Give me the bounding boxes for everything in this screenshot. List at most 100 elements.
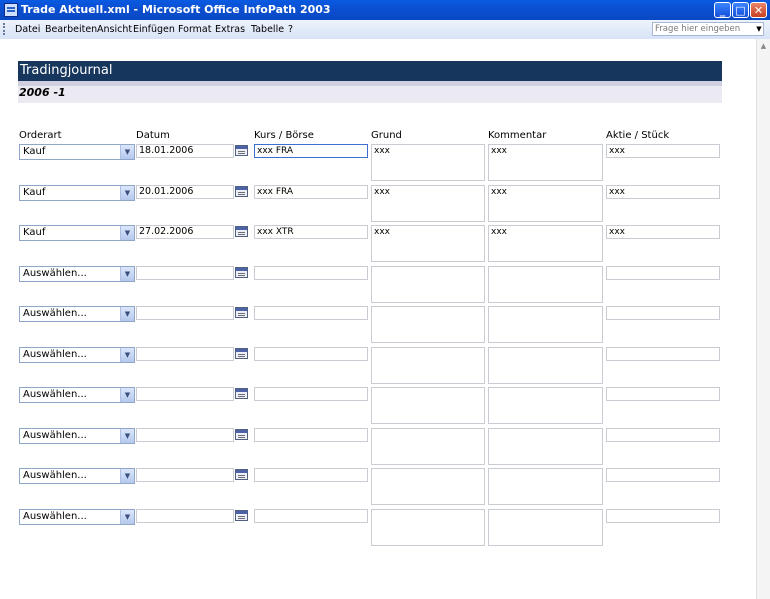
menu-bearbeiten[interactable]: Bearbeiten [45, 24, 97, 35]
grund-field[interactable] [371, 509, 485, 546]
aktie-field[interactable] [606, 387, 720, 401]
chevron-down-icon[interactable]: ▼ [120, 145, 134, 159]
orderart-value: Auswählen... [23, 430, 87, 441]
grund-field[interactable] [371, 468, 485, 505]
aktie-field[interactable]: xxx [606, 185, 720, 199]
datum-field[interactable]: 20.01.2006 [136, 185, 234, 199]
grund-field[interactable]: xxx [371, 225, 485, 262]
kommentar-field[interactable] [488, 428, 603, 465]
calendar-icon[interactable] [235, 145, 248, 156]
scroll-up-icon[interactable]: ▲ [758, 41, 769, 51]
datum-field[interactable] [136, 509, 234, 523]
kommentar-field[interactable] [488, 468, 603, 505]
toolbar-grip[interactable] [3, 23, 7, 35]
grund-field[interactable] [371, 347, 485, 384]
orderart-select[interactable]: Auswählen... ▼ [19, 468, 135, 484]
orderart-select[interactable]: Auswählen... ▼ [19, 428, 135, 444]
chevron-down-icon[interactable]: ▼ [120, 348, 134, 362]
grund-field[interactable] [371, 387, 485, 424]
datum-field[interactable] [136, 468, 234, 482]
chevron-down-icon[interactable]: ▼ [120, 469, 134, 483]
aktie-field[interactable]: xxx [606, 225, 720, 239]
kurs-field[interactable] [254, 509, 368, 523]
orderart-select[interactable]: Auswählen... ▼ [19, 347, 135, 363]
kurs-field[interactable] [254, 306, 368, 320]
kommentar-field[interactable] [488, 306, 603, 343]
minimize-button[interactable]: _ [714, 2, 731, 18]
datum-field[interactable] [136, 266, 234, 280]
datum-field[interactable] [136, 387, 234, 401]
grund-field[interactable]: xxx [371, 144, 485, 181]
aktie-field[interactable] [606, 509, 720, 523]
datum-field[interactable] [136, 428, 234, 442]
grund-field[interactable] [371, 428, 485, 465]
kommentar-field[interactable]: xxx [488, 144, 603, 181]
orderart-select[interactable]: Auswählen... ▼ [19, 387, 135, 403]
orderart-select[interactable]: Kauf ▼ [19, 144, 135, 160]
aktie-field[interactable] [606, 468, 720, 482]
close-button[interactable]: ✕ [750, 2, 767, 18]
kurs-field[interactable] [254, 266, 368, 280]
kommentar-field[interactable] [488, 266, 603, 303]
chevron-down-icon[interactable]: ▼ [120, 429, 134, 443]
datum-field[interactable]: 18.01.2006 [136, 144, 234, 158]
orderart-select[interactable]: Auswählen... ▼ [19, 306, 135, 322]
aktie-field[interactable] [606, 266, 720, 280]
kurs-field[interactable]: xxx FRA [254, 185, 368, 199]
orderart-select[interactable]: Kauf ▼ [19, 225, 135, 241]
kommentar-field[interactable] [488, 387, 603, 424]
kommentar-field[interactable]: xxx [488, 185, 603, 222]
menu-help[interactable]: ? [288, 24, 293, 35]
chevron-down-icon[interactable]: ▼ [120, 510, 134, 524]
menu-tabelle[interactable]: Tabelle [251, 24, 284, 35]
calendar-icon[interactable] [235, 186, 248, 197]
kommentar-field[interactable] [488, 509, 603, 546]
calendar-icon[interactable] [235, 226, 248, 237]
menu-ansicht[interactable]: Ansicht [97, 24, 132, 35]
orderart-select[interactable]: Auswählen... ▼ [19, 509, 135, 525]
orderart-select[interactable]: Kauf ▼ [19, 185, 135, 201]
calendar-icon[interactable] [235, 307, 248, 318]
menu-extras[interactable]: Extras [215, 24, 245, 35]
grund-field[interactable] [371, 266, 485, 303]
calendar-icon[interactable] [235, 267, 248, 278]
kurs-field[interactable]: xxx XTR [254, 225, 368, 239]
kurs-field[interactable] [254, 347, 368, 361]
help-search-input[interactable]: Frage hier eingeben [652, 22, 764, 36]
chevron-down-icon[interactable]: ▼ [120, 186, 134, 200]
datum-field[interactable] [136, 347, 234, 361]
kurs-field[interactable] [254, 428, 368, 442]
kommentar-field[interactable]: xxx [488, 225, 603, 262]
menu-format[interactable]: Format [178, 24, 211, 35]
aktie-field[interactable] [606, 347, 720, 361]
chevron-down-icon[interactable]: ▼ [754, 23, 764, 35]
grund-field[interactable] [371, 306, 485, 343]
menu-datei[interactable]: Datei [15, 24, 40, 35]
chevron-down-icon[interactable]: ▼ [120, 388, 134, 402]
chevron-down-icon[interactable]: ▼ [120, 267, 134, 281]
orderart-value: Kauf [23, 146, 46, 157]
calendar-icon[interactable] [235, 510, 248, 521]
calendar-icon[interactable] [235, 388, 248, 399]
aktie-field[interactable] [606, 428, 720, 442]
vertical-scrollbar[interactable]: ▲ [756, 39, 770, 599]
kommentar-field[interactable] [488, 347, 603, 384]
kurs-field[interactable] [254, 387, 368, 401]
calendar-icon[interactable] [235, 348, 248, 359]
datum-field[interactable]: 27.02.2006 [136, 225, 234, 239]
orderart-select[interactable]: Auswählen... ▼ [19, 266, 135, 282]
menu-einfuegen[interactable]: Einfügen [133, 24, 175, 35]
orderart-value: Auswählen... [23, 268, 87, 279]
calendar-icon[interactable] [235, 429, 248, 440]
datum-field[interactable] [136, 306, 234, 320]
maximize-button[interactable]: □ [732, 2, 749, 18]
aktie-field[interactable]: xxx [606, 144, 720, 158]
chevron-down-icon[interactable]: ▼ [120, 226, 134, 240]
chevron-down-icon[interactable]: ▼ [120, 307, 134, 321]
grund-field[interactable]: xxx [371, 185, 485, 222]
kurs-field[interactable] [254, 468, 368, 482]
window-title: Trade Aktuell.xml - Microsoft Office Inf… [21, 3, 331, 16]
aktie-field[interactable] [606, 306, 720, 320]
calendar-icon[interactable] [235, 469, 248, 480]
kurs-field[interactable]: xxx FRA [254, 144, 368, 158]
